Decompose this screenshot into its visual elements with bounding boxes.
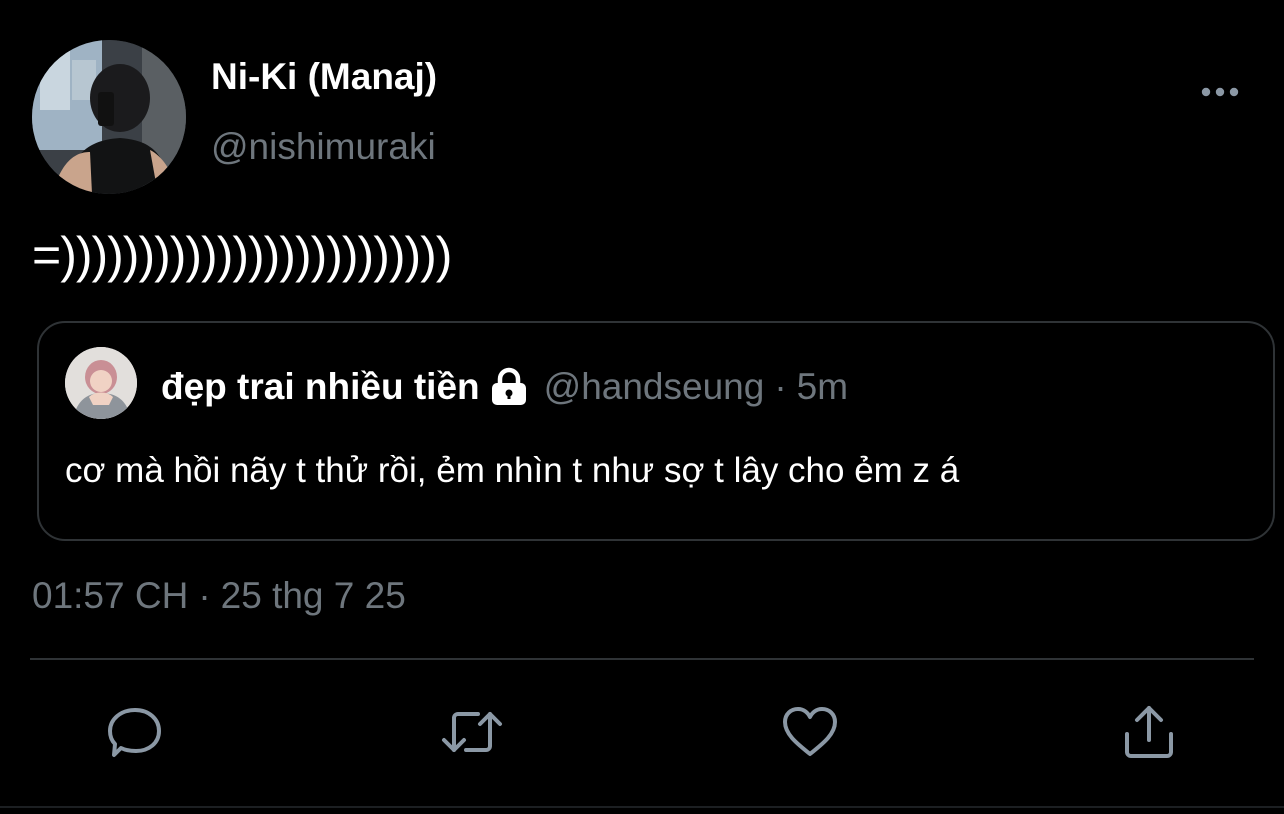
quoted-separator: · xyxy=(774,366,787,407)
quoted-author-avatar xyxy=(65,347,137,419)
like-button[interactable] xyxy=(778,700,842,764)
lock-icon xyxy=(488,366,530,408)
divider xyxy=(30,658,1254,660)
quoted-tweet-card[interactable]: đẹp trai nhiều tiền @handseung · 5m cơ m… xyxy=(37,321,1275,541)
tweet-timestamp[interactable]: 01:57 CH · 25 thg 7 25 xyxy=(32,575,406,617)
timestamp-separator: · xyxy=(198,575,211,616)
timestamp-time: 01:57 CH xyxy=(32,575,189,616)
author-handle[interactable]: @nishimuraki xyxy=(211,126,436,168)
bottom-divider xyxy=(0,806,1284,808)
quoted-tweet-text: cơ mà hồi nãy t thử rồi, ẻm nhìn t như s… xyxy=(65,451,960,490)
retweet-button[interactable] xyxy=(440,700,504,764)
quoted-handle: @handseung xyxy=(543,366,765,407)
quoted-display-name: đẹp trai nhiều tiền xyxy=(161,366,480,407)
share-icon xyxy=(1125,706,1173,758)
timestamp-date: 25 thg 7 25 xyxy=(220,575,406,616)
share-button[interactable] xyxy=(1117,700,1181,764)
author-avatar[interactable] xyxy=(32,40,186,194)
more-dots-icon xyxy=(1201,87,1239,97)
like-icon xyxy=(783,707,837,756)
quoted-time-ago: 5m xyxy=(796,366,849,407)
more-options-button[interactable] xyxy=(1196,80,1244,104)
retweet-icon xyxy=(442,712,502,752)
tweet-text: =))))))))))))))))))))))))) xyxy=(32,227,452,283)
author-display-name[interactable]: Ni-Ki (Manaj) xyxy=(211,56,437,98)
reply-button[interactable] xyxy=(103,700,167,764)
reply-icon xyxy=(108,708,161,757)
